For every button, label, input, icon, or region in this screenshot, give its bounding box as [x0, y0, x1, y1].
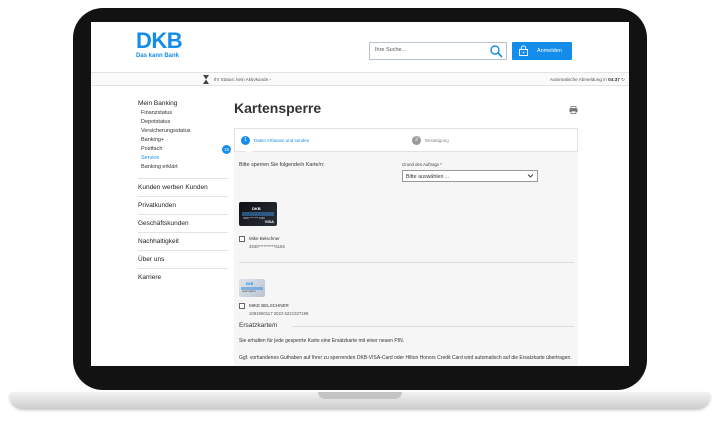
sidebar-item-kunden-werben[interactable]: Kunden werben Kunden — [138, 178, 228, 196]
replacement-card-balance-info: Ggf. vorhandenes Guthaben auf Ihrer zu s… — [239, 355, 572, 361]
login-label: Anmelden — [537, 47, 562, 54]
card-stripe — [241, 287, 263, 290]
lock-icon — [519, 45, 528, 56]
search-icon[interactable] — [489, 44, 503, 58]
card-1-number: 4930**********6156 — [249, 244, 285, 249]
browser-screen: DKB Das kann Bank Ihre Suche... Anmelden… — [91, 22, 629, 366]
chevron-down-icon — [527, 174, 534, 178]
sidebar-nav: Mein Banking Finanzstatus Depotstatus Ve… — [138, 100, 231, 286]
card-print-number: DEBITKARTE — [242, 291, 256, 293]
sidebar-item-karriere[interactable]: Karriere — [138, 268, 228, 286]
card-1-holder: Mike Belschner — [249, 236, 280, 241]
card-logo: DKB — [246, 282, 254, 286]
step-1-label: Daten erfassen und senden — [254, 138, 310, 143]
logout-time: 04:37 — [608, 76, 620, 82]
customer-status-link[interactable]: Ihr Status: kein Aktivkunde › — [214, 77, 271, 82]
auto-logout-timer[interactable]: Automatische Abmeldung in 04:37 ↻ — [550, 77, 625, 83]
dkb-logo[interactable]: DKB Das kann Bank — [136, 28, 183, 60]
login-button[interactable]: Anmelden — [512, 42, 572, 60]
card-instruction: Bitte sperren Sie folgende/n Karte/n: — [239, 162, 325, 168]
replacement-card-info: Sie erhalten für jede gesperrte Karte ei… — [239, 338, 405, 344]
sidebar-item-banking-erklaert[interactable]: Banking erklärt — [141, 163, 228, 172]
sidebar-item-finanzstatus[interactable]: Finanzstatus — [141, 109, 228, 118]
card-2-checkbox[interactable] — [239, 303, 245, 309]
page-title: Kartensperre — [234, 100, 322, 116]
step-2-indicator: 2 — [412, 136, 421, 145]
reason-select[interactable]: Bitte auswählen ... — [402, 170, 538, 182]
sidebar-item-label: Postfach — [141, 146, 163, 152]
site-header: DKB Das kann Bank Ihre Suche... Anmelden — [91, 22, 629, 72]
reason-label: Grund des Auftrags * — [402, 162, 442, 167]
replacement-card-heading: Ersatzkarte/n — [239, 322, 278, 329]
progress-steps: 1 Daten erfassen und senden 2 Bestätigun… — [234, 128, 578, 155]
sidebar-item-mein-banking[interactable]: Mein Banking — [138, 100, 228, 107]
card-2-holder: MIKE BELSCHNER — [249, 303, 289, 308]
search-placeholder: Ihre Suche... — [375, 47, 407, 53]
laptop-base — [10, 392, 710, 408]
card-logo: DKB — [252, 206, 261, 211]
laptop-notch — [318, 392, 402, 399]
card-block-form: Bitte sperren Sie folgende/n Karte/n: Gr… — [234, 152, 578, 366]
sidebar-item-depotstatus[interactable]: Depotstatus — [141, 118, 228, 127]
refresh-icon[interactable]: ↻ — [620, 77, 625, 82]
step-1-indicator: 1 — [241, 136, 250, 145]
sidebar-item-postfach[interactable]: Postfach 15 — [141, 145, 231, 154]
debit-card-image: DKB DEBITKARTE — [239, 279, 265, 297]
visa-logo: VISA — [264, 219, 274, 224]
sidebar-item-banking-plus[interactable]: Banking+ — [141, 136, 228, 145]
credit-card-image: DKB 4930 **** **** 6156 VISA — [239, 202, 277, 226]
hourglass-icon — [203, 75, 209, 84]
unread-count-badge: 15 — [222, 145, 231, 154]
main-content: Kartensperre 1 Daten erfassen und senden… — [234, 86, 629, 366]
card-2-number: 1081950117 2022 5221327199 — [249, 311, 309, 316]
sidebar-item-nachhaltigkeit[interactable]: Nachhaltigkeit — [138, 232, 228, 250]
sidebar-item-ueber-uns[interactable]: Über uns — [138, 250, 228, 268]
divider — [292, 326, 574, 327]
card-1-checkbox[interactable] — [239, 236, 245, 242]
sidebar-item-geschaeftskunden[interactable]: Geschäftskunden — [138, 214, 228, 232]
step-2-label: Bestätigung — [425, 138, 449, 143]
logout-prefix: Automatische Abmeldung in — [549, 76, 609, 82]
divider — [239, 262, 574, 263]
sidebar-item-versicherungsstatus[interactable]: Versicherungsstatus — [141, 127, 228, 136]
status-bar: Ihr Status: kein Aktivkunde › Automatisc… — [91, 72, 629, 86]
card-print-number: 4930 **** **** 6156 — [243, 217, 265, 220]
search-input[interactable]: Ihre Suche... — [369, 42, 507, 60]
sidebar-item-service[interactable]: Service — [141, 154, 228, 163]
print-icon[interactable] — [569, 106, 578, 114]
card-stripe — [242, 212, 274, 216]
logo-text: DKB — [136, 28, 183, 53]
logo-tagline: Das kann Bank — [136, 53, 180, 59]
sidebar-item-privatkunden[interactable]: Privatkunden — [138, 196, 228, 214]
reason-selected-value: Bitte auswählen ... — [406, 173, 450, 180]
